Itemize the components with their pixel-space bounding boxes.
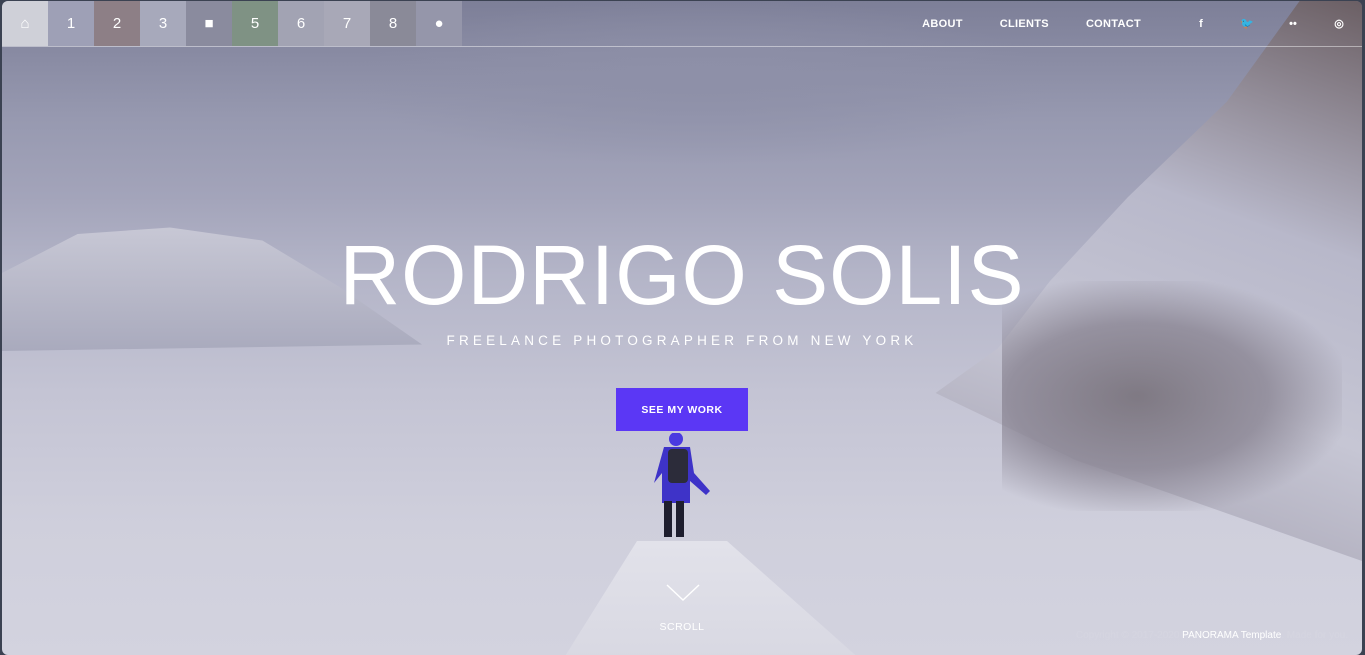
hero-background: ⌂ 1 2 3 ■ 5 6 7 8 ● ABOUT CLIENTS CONTACT f 🐦 •• … <box>2 1 1362 655</box>
thumbnail-1[interactable]: 1 <box>48 1 94 46</box>
instagram-icon[interactable]: ◎ <box>1316 17 1362 30</box>
thumbnail-label: 1 <box>66 15 76 32</box>
brand-link[interactable]: PANORAMA Template <box>1182 630 1281 641</box>
thumbnail-video-camera[interactable]: ■ <box>186 1 232 46</box>
thumbnail-label: 8 <box>388 15 398 32</box>
thumbnail-7[interactable]: 7 <box>324 1 370 46</box>
home-icon: ⌂ <box>20 15 30 32</box>
menu-contact[interactable]: CONTACT <box>1086 18 1141 30</box>
copyright-suffix: . Made for you. <box>1281 630 1348 641</box>
thumbnail-globe[interactable]: ● <box>416 1 462 46</box>
facebook-icon[interactable]: f <box>1178 18 1224 30</box>
gallery-thumbnails: ⌂ 1 2 3 ■ 5 6 7 8 ● <box>2 1 462 46</box>
thumbnail-home[interactable]: ⌂ <box>2 1 48 46</box>
thumbnail-label: 5 <box>250 15 260 32</box>
thumbnail-3[interactable]: 3 <box>140 1 186 46</box>
thumbnail-label: 3 <box>158 15 168 32</box>
hiker-image <box>654 433 710 537</box>
thumbnail-8[interactable]: 8 <box>370 1 416 46</box>
copyright-text: Copyright © 2017-2020 <box>1075 630 1183 641</box>
chevron-down-icon[interactable] <box>666 584 700 602</box>
thumbnail-label: 6 <box>296 15 306 32</box>
thumbnail-label: 7 <box>342 15 352 32</box>
page-title: RODRIGO SOLIS <box>339 228 1025 322</box>
thumbnail-6[interactable]: 6 <box>278 1 324 46</box>
top-nav: ⌂ 1 2 3 ■ 5 6 7 8 ● ABOUT CLIENTS CONTACT f 🐦 •• … <box>2 1 1362 47</box>
flickr-icon[interactable]: •• <box>1270 18 1316 30</box>
subtitle: FREELANCE PHOTOGRAPHER FROM NEW YORK <box>446 333 918 348</box>
menu-about[interactable]: ABOUT <box>922 18 963 30</box>
scroll-label[interactable]: SCROLL <box>642 621 722 633</box>
ski-trail <box>562 541 862 655</box>
see-my-work-button[interactable]: SEE MY WORK <box>616 388 748 431</box>
menu-clients[interactable]: CLIENTS <box>1000 18 1049 30</box>
twitter-icon[interactable]: 🐦 <box>1224 17 1270 30</box>
copyright: Copyright © 2017-2020 PANORAMA Template.… <box>1076 630 1348 641</box>
globe-icon: ● <box>434 15 444 32</box>
main-menu: ABOUT CLIENTS CONTACT f 🐦 •• ◎ <box>922 1 1362 46</box>
thumbnail-5[interactable]: 5 <box>232 1 278 46</box>
thumbnail-label: 2 <box>112 15 122 32</box>
thumbnail-2[interactable]: 2 <box>94 1 140 46</box>
video-camera-icon: ■ <box>204 15 214 32</box>
